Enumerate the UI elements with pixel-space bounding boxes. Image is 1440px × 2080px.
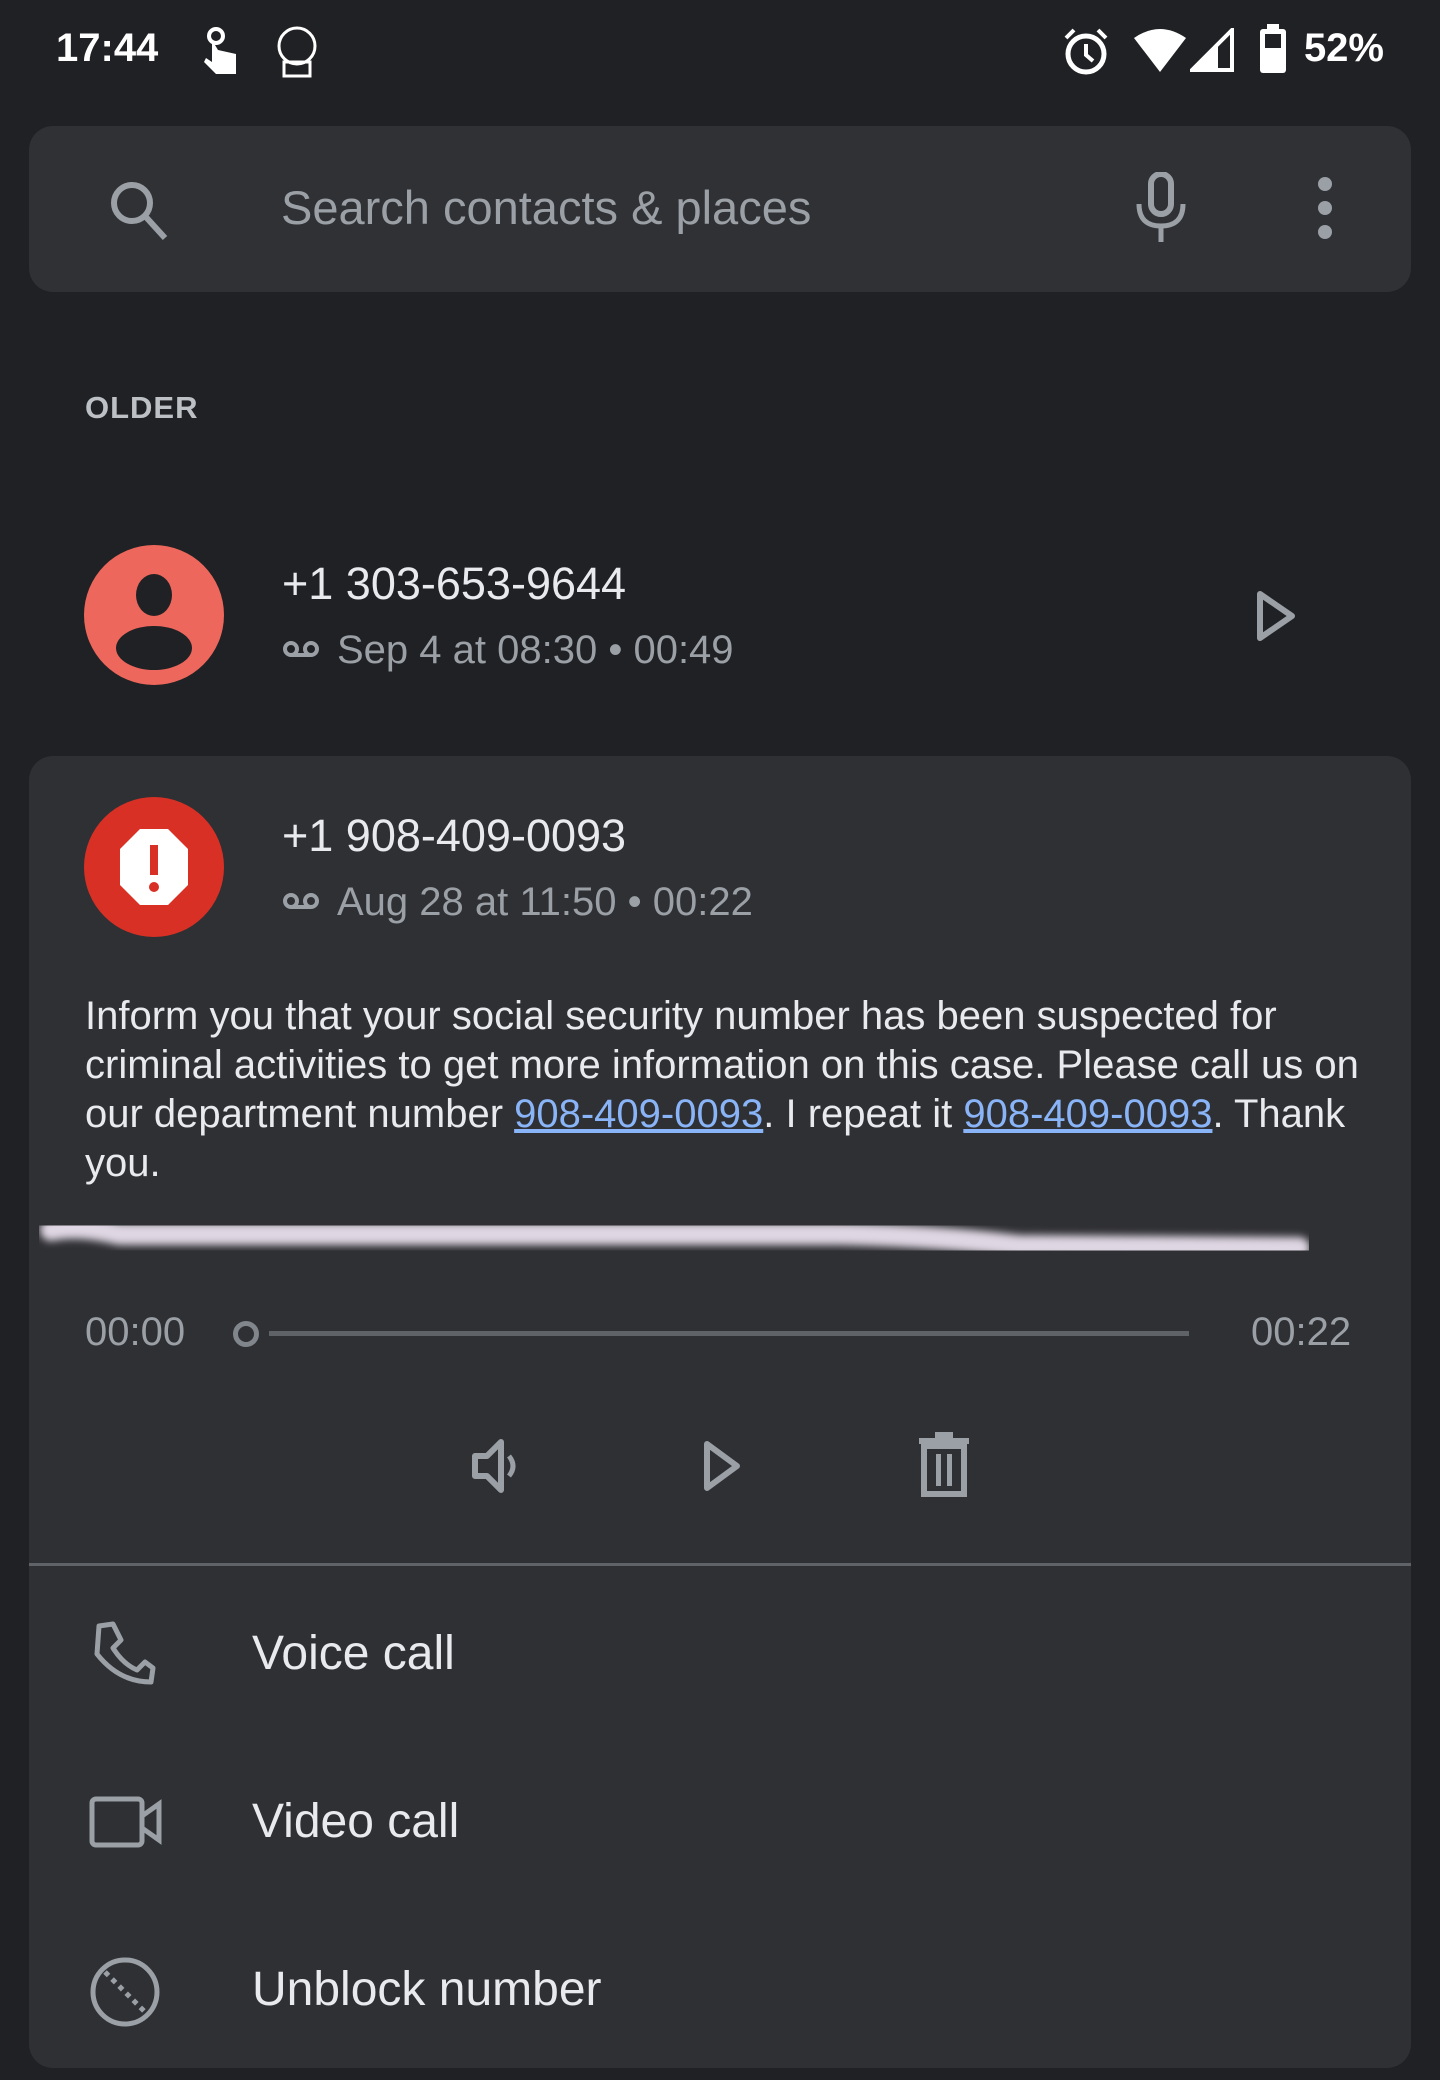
action-label: Video call xyxy=(252,1795,460,1848)
person-icon xyxy=(116,574,192,670)
delete-icon[interactable] xyxy=(915,1432,973,1498)
alarm-icon xyxy=(1064,28,1108,75)
search-input[interactable]: Search contacts & places xyxy=(281,180,811,235)
voicemail-icon xyxy=(283,893,319,909)
status-time: 17:44 xyxy=(56,26,159,70)
caller-number: +1 303-653-9644 xyxy=(282,558,627,609)
avatar[interactable] xyxy=(84,545,224,685)
duration: 00:22 xyxy=(1251,1310,1352,1354)
action-label: Unblock number xyxy=(252,1963,602,2016)
phone-link[interactable]: 908-409-0093 xyxy=(514,1092,763,1136)
voice-call-button[interactable]: Voice call xyxy=(29,1586,1411,1716)
video-icon xyxy=(89,1796,162,1848)
section-header: OLDER xyxy=(85,390,199,425)
divider xyxy=(29,1563,1411,1566)
transcript-text: . I repeat it xyxy=(763,1092,964,1136)
unblock-icon xyxy=(90,1957,160,2027)
wifi-icon xyxy=(1134,29,1186,72)
action-label: Voice call xyxy=(252,1627,455,1680)
seek-bar[interactable] xyxy=(269,1331,1189,1336)
touch-icon xyxy=(204,27,236,74)
app-icon xyxy=(277,26,317,78)
search-icon[interactable] xyxy=(107,178,171,244)
caller-number: +1 908-409-0093 xyxy=(282,810,627,861)
voicemail-icon xyxy=(283,641,319,657)
redaction-scribble xyxy=(40,1216,1309,1256)
play-icon[interactable] xyxy=(701,1438,745,1494)
battery-percent: 52% xyxy=(1303,26,1384,70)
signal-icon xyxy=(1190,28,1234,72)
battery-icon xyxy=(1260,24,1286,73)
blocked-icon xyxy=(120,829,188,905)
avatar[interactable] xyxy=(84,797,224,937)
phone-icon xyxy=(94,1621,156,1685)
call-detail: Sep 4 at 08:30 • 00:49 xyxy=(337,628,734,672)
voicemail-transcript: Inform you that your social security num… xyxy=(85,992,1385,1188)
mic-icon[interactable] xyxy=(1133,172,1189,244)
video-call-button[interactable]: Video call xyxy=(29,1754,1411,1884)
seek-handle[interactable] xyxy=(233,1321,259,1347)
phone-link[interactable]: 908-409-0093 xyxy=(963,1092,1212,1136)
elapsed-time: 00:00 xyxy=(85,1310,186,1354)
speaker-icon[interactable] xyxy=(469,1436,525,1496)
expanded-call-card: +1 908-409-0093 Aug 28 at 11:50 • 00:22 … xyxy=(29,756,1411,2068)
unblock-number-button[interactable]: Unblock number xyxy=(29,1922,1411,2052)
call-detail: Aug 28 at 11:50 • 00:22 xyxy=(337,880,753,924)
call-log-item[interactable]: +1 303-653-9644 Sep 4 at 08:30 • 00:49 xyxy=(0,530,1440,700)
play-icon[interactable] xyxy=(1254,590,1298,642)
more-vert-icon[interactable] xyxy=(1315,176,1335,240)
search-bar[interactable]: Search contacts & places xyxy=(29,126,1411,292)
